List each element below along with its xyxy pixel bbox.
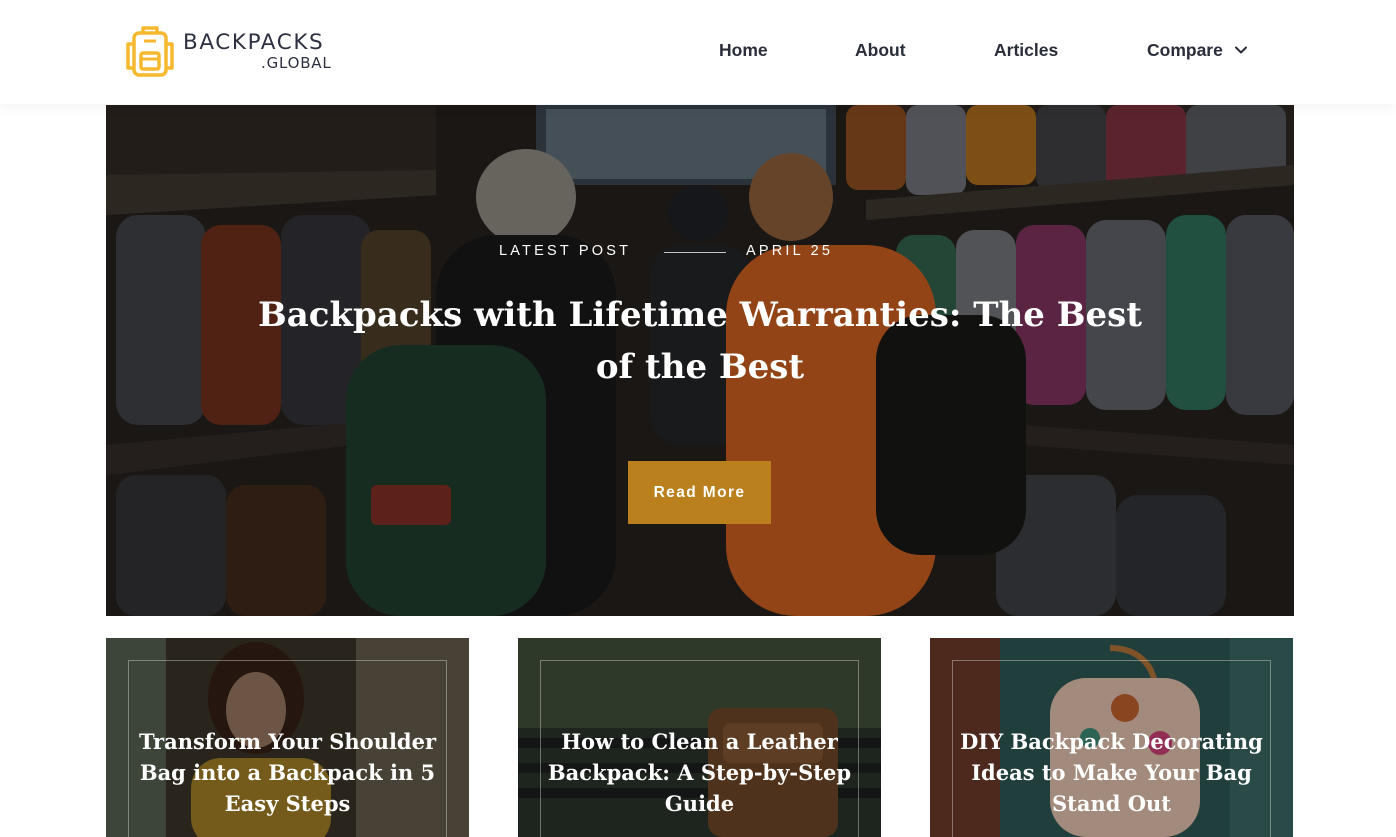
hero-post-title[interactable]: Backpacks with Lifetime Warranties: The … xyxy=(250,289,1150,393)
nav-home[interactable]: Home xyxy=(719,40,768,61)
post-card-title[interactable]: Transform Your Shoulder Bag into a Backp… xyxy=(126,726,449,819)
nav-about[interactable]: About xyxy=(855,40,906,61)
post-card-title[interactable]: DIY Backpack Decorating Ideas to Make Yo… xyxy=(950,726,1273,819)
post-card-title[interactable]: How to Clean a Leather Backpack: A Step-… xyxy=(538,726,861,819)
post-meta: LATEST POST APRIL 25 xyxy=(106,243,1294,263)
nav-articles[interactable]: Articles xyxy=(994,40,1058,61)
post-card[interactable]: DIY Backpack Decorating Ideas to Make Yo… xyxy=(930,638,1293,837)
post-card[interactable]: Transform Your Shoulder Bag into a Backp… xyxy=(106,638,469,837)
read-more-button[interactable]: Read More xyxy=(628,461,771,524)
post-card[interactable]: How to Clean a Leather Backpack: A Step-… xyxy=(518,638,881,837)
site-header: BACKPACKS .GLOBAL Home About Articles Co… xyxy=(0,0,1396,104)
hero-latest-post: LATEST POST APRIL 25 Backpacks with Life… xyxy=(106,105,1294,616)
main-nav: Home About Articles Compare xyxy=(0,40,1396,64)
chevron-down-icon[interactable] xyxy=(1234,43,1248,57)
nav-compare[interactable]: Compare xyxy=(1147,40,1223,61)
latest-post-label: LATEST POST xyxy=(499,243,632,259)
post-date: APRIL 25 xyxy=(746,243,834,259)
meta-divider xyxy=(664,252,726,253)
